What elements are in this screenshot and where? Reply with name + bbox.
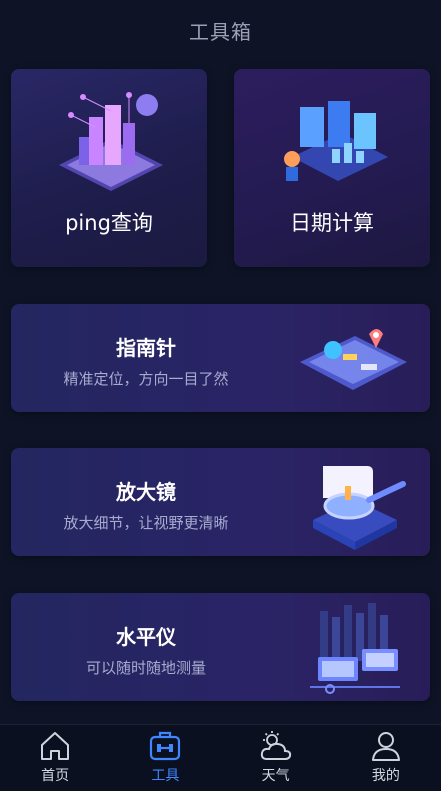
tab-weather[interactable]: 天气 bbox=[221, 725, 331, 791]
tab-home-label: 首页 bbox=[41, 768, 70, 784]
magnifying-glass-illustration bbox=[313, 466, 406, 550]
ping-card[interactable]: ping查询 bbox=[11, 69, 207, 267]
level-card[interactable]: 水平仪 可以随时随地测量 bbox=[11, 593, 430, 701]
map-phone-illustration bbox=[300, 329, 407, 390]
compass-card[interactable]: 指南针 精准定位，方向一目了然 bbox=[11, 304, 430, 412]
page-title: 工具箱 bbox=[189, 19, 252, 44]
city-network-illustration bbox=[59, 92, 163, 191]
tab-tools[interactable]: 工具 bbox=[110, 725, 220, 791]
data-dashboard-illustration bbox=[284, 101, 388, 181]
magnifier-title: 放大镜 bbox=[116, 480, 176, 504]
ping-card-label: ping查询 bbox=[65, 211, 153, 235]
toolbox-icon bbox=[150, 731, 181, 761]
level-subtitle: 可以随时随地测量 bbox=[85, 659, 206, 677]
tab-profile[interactable]: 我的 bbox=[331, 725, 441, 791]
home-icon bbox=[41, 732, 70, 760]
weather-icon bbox=[260, 731, 291, 760]
level-title: 水平仪 bbox=[116, 625, 176, 649]
tab-bar: 首页 工具 天气 我的 bbox=[0, 724, 441, 791]
tab-weather-label: 天气 bbox=[261, 768, 290, 784]
date-calc-card-label: 日期计算 bbox=[290, 211, 374, 235]
magnifier-card[interactable]: 放大镜 放大细节，让视野更清晰 bbox=[11, 448, 430, 556]
header: 工具箱 bbox=[0, 0, 441, 60]
tab-profile-label: 我的 bbox=[371, 768, 400, 784]
tab-tools-label: 工具 bbox=[151, 768, 180, 784]
tab-home[interactable]: 首页 bbox=[0, 725, 110, 791]
profile-icon bbox=[371, 732, 400, 761]
devices-illustration bbox=[310, 603, 400, 694]
magnifier-subtitle: 放大细节，让视野更清晰 bbox=[63, 514, 229, 532]
compass-subtitle: 精准定位，方向一目了然 bbox=[63, 370, 229, 388]
date-calc-card[interactable]: 日期计算 bbox=[234, 69, 430, 267]
compass-title: 指南针 bbox=[116, 336, 176, 360]
